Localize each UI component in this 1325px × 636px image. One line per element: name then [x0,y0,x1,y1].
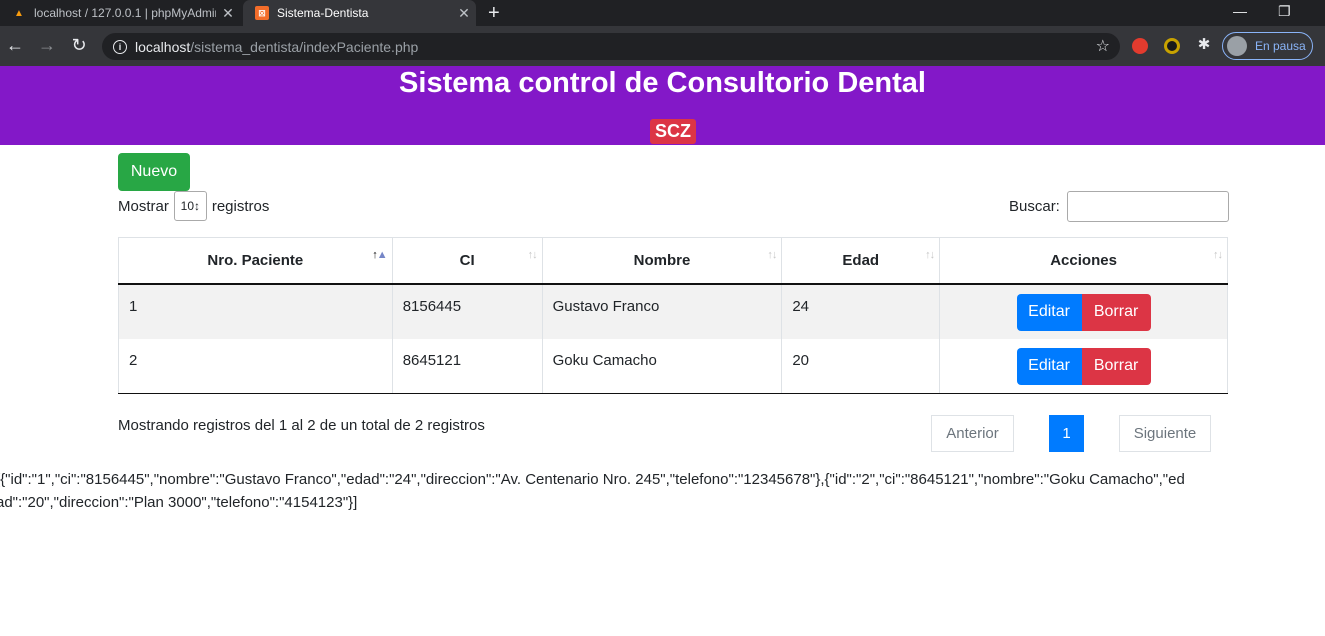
show-label: Mostrar [118,197,169,215]
xampp-icon: ⊠ [255,6,269,20]
search-label: Buscar: [1009,198,1060,215]
column-label: Nombre [633,251,691,269]
length-control: Mostrar 10 ↕ registros [118,191,269,221]
table-row: 1 8156445 Gustavo Franco 24 Editar Borrar [118,283,1228,339]
table-info: Mostrando registros del 1 al 2 de un tot… [118,417,485,434]
page-header: Sistema control de Consultorio Dental SC… [0,66,1325,145]
bookmark-star-icon[interactable]: ☆ [1096,36,1110,56]
address-bar[interactable]: i localhost/sistema_dentista/indexPacien… [102,33,1120,60]
sort-icon: ↑↓ [767,249,777,261]
new-tab-icon[interactable]: + [488,2,500,25]
tab-title: Sistema-Dentista [277,6,369,20]
cell-edad: 20 [781,338,941,394]
column-label: Nro. Paciente [207,251,304,269]
close-tab-icon[interactable]: ✕ [452,5,476,22]
phpmyadmin-icon: ▲ [14,7,24,19]
sort-icon: ↑↓ [925,249,935,261]
column-header-acciones[interactable]: Acciones ↑↓ [939,237,1228,285]
cell-actions: Editar Borrar [939,338,1228,394]
search-input[interactable] [1066,191,1229,222]
site-info-icon[interactable]: i [113,39,127,54]
cell-ci: 8156445 [391,283,543,339]
extensions-puzzle-icon[interactable]: ✱ [1194,35,1214,55]
restore-icon[interactable]: ❐ [1278,3,1291,20]
search-filter: Buscar: [1009,191,1229,222]
sort-icon: ↑↓ [1213,249,1223,261]
profile-button[interactable]: En pausa [1222,32,1313,60]
back-icon[interactable]: ← [5,35,25,55]
cell-nro: 2 [118,338,393,394]
minimize-icon[interactable]: — [1233,3,1247,19]
json-output: [{"id":"1","ci":"8156445","nombre":"Gust… [0,471,1185,511]
tab-title: localhost / 127.0.0.1 | phpMyAdmin [34,6,216,20]
cell-edad: 24 [781,283,941,339]
records-label: registros [211,197,270,215]
browser-tab-bar: ▲ localhost / 127.0.0.1 | phpMyAdmin ✕ ⊠… [0,0,1325,26]
pagination-next[interactable]: Siguiente [1119,415,1211,452]
edit-button[interactable]: Editar [1016,347,1082,385]
browser-tab-phpmyadmin[interactable]: ▲ localhost / 127.0.0.1 | phpMyAdmin ✕ [0,0,240,26]
table-row: 2 8645121 Goku Camacho 20 Editar Borrar [118,338,1228,394]
cell-actions: Editar Borrar [939,283,1228,339]
extension-adblock-icon[interactable] [1132,38,1148,54]
cell-nombre: Gustavo Franco [541,283,783,339]
pagination-previous[interactable]: Anterior [931,415,1014,452]
avatar [1227,36,1247,56]
delete-button[interactable]: Borrar [1081,347,1151,385]
delete-button[interactable]: Borrar [1081,293,1151,331]
column-header-nro[interactable]: Nro. Paciente ↑▲ [118,237,393,285]
profile-label: En pausa [1255,39,1306,53]
column-header-ci[interactable]: CI ↑↓ [391,237,543,285]
column-label: Edad [842,251,880,269]
browser-tab-sistema-dentista[interactable]: ⊠ Sistema-Dentista ✕ [243,0,476,26]
column-label: CI [459,251,475,269]
edit-button[interactable]: Editar [1016,293,1082,331]
cell-nro: 1 [118,283,393,339]
close-tab-icon[interactable]: ✕ [216,5,240,22]
patients-table: Nro. Paciente ↑▲ CI ↑↓ Nombre ↑↓ Edad ↑↓ Acc… [118,237,1228,394]
url-path: /sistema_dentista/indexPaciente.php [190,38,419,55]
forward-icon[interactable]: → [37,35,57,55]
page-length-select[interactable]: 10 ↕ [173,191,207,221]
location-badge: SCZ [650,119,696,144]
sort-asc-icon: ↑▲ [372,249,387,261]
reload-icon[interactable]: ↻ [69,35,89,55]
cell-ci: 8645121 [391,338,543,394]
pagination-page-1[interactable]: 1 [1049,415,1084,452]
page-title: Sistema control de Consultorio Dental [399,67,926,99]
browser-toolbar: ← → ↻ i localhost/sistema_dentista/index… [0,26,1325,66]
page-length-value: 10 [180,199,195,213]
url-host: localhost [135,38,191,55]
column-label: Acciones [1050,251,1117,269]
cell-nombre: Goku Camacho [541,338,783,394]
column-header-nombre[interactable]: Nombre ↑↓ [541,237,783,285]
sort-icon: ↑↓ [527,249,538,261]
extension-dark-icon[interactable] [1164,38,1180,54]
column-header-edad[interactable]: Edad ↑↓ [781,237,941,285]
new-patient-button[interactable]: Nuevo [118,153,190,191]
